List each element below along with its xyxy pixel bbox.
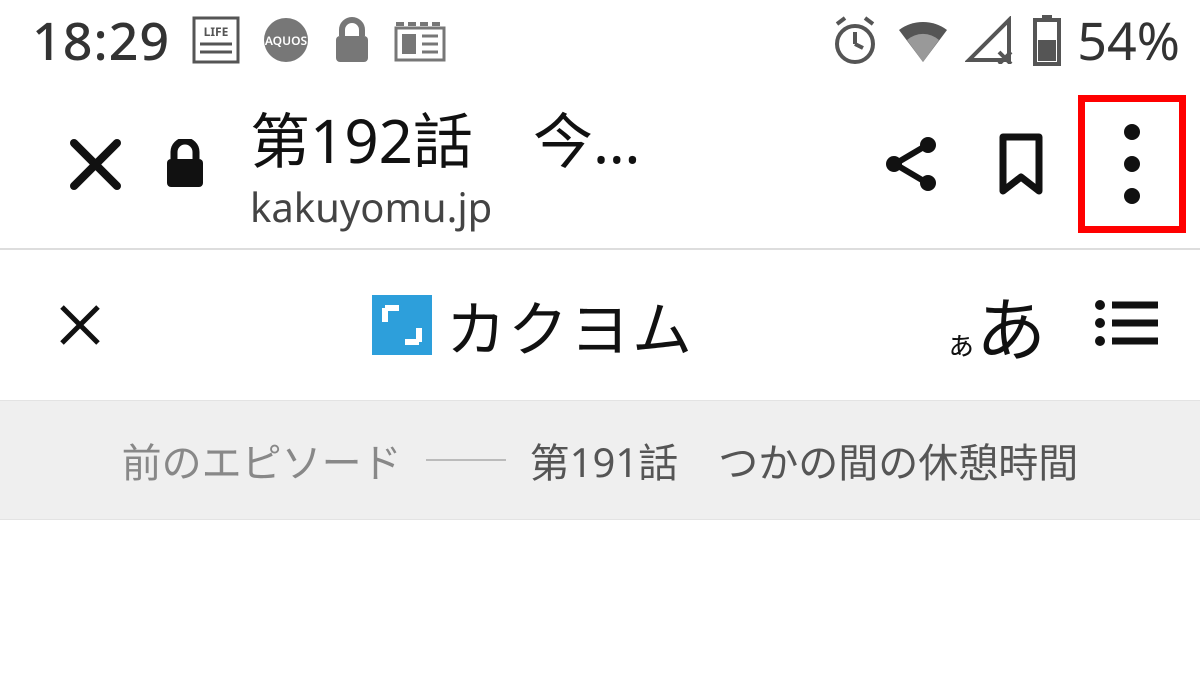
status-bar: 18:29 LIFE AQUOS 54% xyxy=(0,0,1200,80)
site-logo[interactable]: カクヨム xyxy=(120,282,946,369)
page-title: 第192話 今… xyxy=(250,94,856,181)
status-lock-icon xyxy=(332,16,372,64)
logo-text: カクヨム xyxy=(446,282,694,369)
browser-toolbar: 第192話 今… kakuyomu.jp xyxy=(0,80,1200,250)
share-button[interactable] xyxy=(856,109,966,219)
svg-text:LIFE: LIFE xyxy=(204,23,229,40)
prev-episode-label: 前のエピソード xyxy=(122,431,402,489)
logo-mark-icon xyxy=(372,295,432,355)
alarm-icon xyxy=(829,14,881,66)
dot-icon xyxy=(1124,156,1140,172)
overflow-menu-button[interactable] xyxy=(1124,124,1140,204)
divider-icon xyxy=(426,459,506,461)
aquos-icon: AQUOS xyxy=(262,16,310,64)
font-size-small-label: ぁ xyxy=(946,320,976,364)
overflow-menu-highlight xyxy=(1078,95,1186,233)
life-app-icon: LIFE xyxy=(192,16,240,64)
toc-button[interactable] xyxy=(1094,297,1160,354)
close-tab-button[interactable] xyxy=(40,109,150,219)
battery-icon xyxy=(1031,14,1063,66)
dot-icon xyxy=(1124,188,1140,204)
news-icon xyxy=(394,18,446,62)
bookmark-button[interactable] xyxy=(966,109,1076,219)
font-size-big-label: あ xyxy=(976,275,1046,376)
lock-icon[interactable] xyxy=(150,109,220,219)
dot-icon xyxy=(1124,124,1140,140)
prev-episode-link[interactable]: 前のエピソード 第191話 つかの間の休憩時間 xyxy=(0,400,1200,520)
battery-percent: 54% xyxy=(1077,5,1180,76)
status-clock: 18:29 xyxy=(32,5,170,76)
font-size-button[interactable]: ぁあ xyxy=(946,275,1046,376)
content-area xyxy=(0,520,1200,674)
svg-text:AQUOS: AQUOS xyxy=(265,32,308,49)
address-title-block[interactable]: 第192話 今… kakuyomu.jp xyxy=(250,94,856,234)
prev-episode-title: 第191話 つかの間の休憩時間 xyxy=(530,431,1079,489)
reader-close-button[interactable] xyxy=(40,301,120,349)
page-domain: kakuyomu.jp xyxy=(250,179,856,234)
wifi-icon xyxy=(895,16,951,64)
signal-icon xyxy=(965,16,1017,64)
site-header: カクヨム ぁあ xyxy=(0,250,1200,400)
